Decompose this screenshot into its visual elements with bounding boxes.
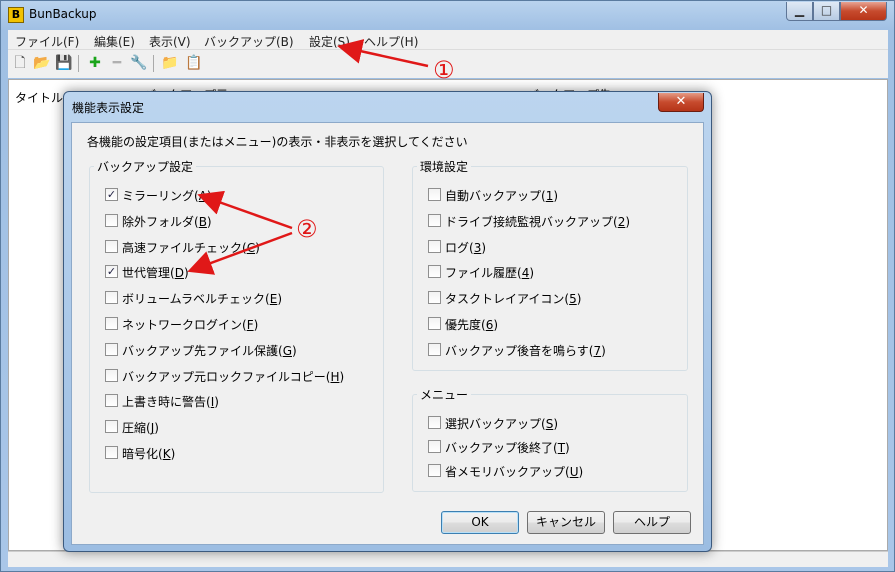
annotation-overlay (187, 39, 429, 275)
annotation-arrow-2a (197, 190, 293, 230)
annotation-marker-2: ② (296, 215, 318, 243)
annotation-arrow-1 (337, 39, 429, 68)
annotation-marker-1: ① (433, 56, 455, 84)
annotation-arrow-2b (187, 231, 293, 275)
